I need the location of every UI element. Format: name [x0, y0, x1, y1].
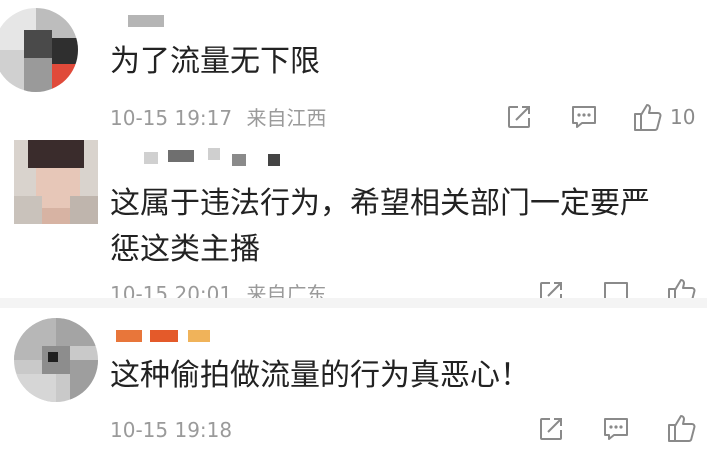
username-blurred[interactable] — [232, 154, 246, 166]
like-button[interactable]: 10 — [632, 101, 695, 133]
reply-button[interactable] — [570, 104, 598, 130]
avatar[interactable] — [14, 140, 98, 224]
comment-icon — [572, 106, 596, 128]
username-blurred[interactable] — [208, 148, 220, 160]
like-count: 10 — [670, 105, 696, 129]
avatar[interactable] — [0, 8, 78, 92]
comment-time: 10-15 19:18 — [110, 418, 233, 442]
like-button[interactable] — [666, 412, 698, 444]
comment-icon — [604, 282, 628, 300]
username-blurred[interactable] — [188, 330, 210, 342]
like-icon — [668, 415, 696, 442]
comment-text: 惩这类主播 — [110, 232, 260, 267]
comment-icon — [604, 418, 628, 440]
reply-button[interactable] — [602, 416, 630, 442]
username-blurred[interactable] — [144, 152, 158, 164]
share-icon — [540, 282, 562, 300]
comment-time: 10-15 19:17 — [110, 106, 233, 130]
share-button[interactable] — [506, 104, 532, 130]
comment-text: 这属于违法行为，希望相关部门一定要严 — [110, 186, 650, 221]
username-blurred[interactable] — [150, 330, 178, 342]
like-icon — [668, 279, 696, 300]
comment-text: 这种偷拍做流量的行为真恶心！ — [110, 358, 530, 393]
comment-text: 为了流量无下限 — [110, 44, 320, 79]
reply-button[interactable] — [602, 280, 630, 300]
share-icon — [540, 418, 562, 440]
like-icon — [634, 104, 662, 131]
comment-location: 来自江西 — [246, 106, 327, 130]
like-button[interactable] — [666, 276, 698, 300]
comment-meta: 10-15 19:17 来自江西 — [110, 106, 326, 130]
upper-comments: 为了流量无下限 10-15 19:17 来自江西 10 这属于违法行为，希望相关… — [0, 0, 707, 300]
username-blurred[interactable] — [268, 154, 280, 166]
share-button[interactable] — [538, 280, 564, 300]
comment-meta: 10-15 19:18 — [110, 418, 232, 442]
share-icon — [508, 106, 530, 128]
username-blurred[interactable] — [116, 330, 142, 342]
username-blurred[interactable] — [128, 15, 164, 27]
username-blurred[interactable] — [168, 150, 194, 162]
avatar[interactable] — [14, 318, 98, 402]
share-button[interactable] — [538, 416, 564, 442]
comment-divider — [0, 298, 707, 308]
